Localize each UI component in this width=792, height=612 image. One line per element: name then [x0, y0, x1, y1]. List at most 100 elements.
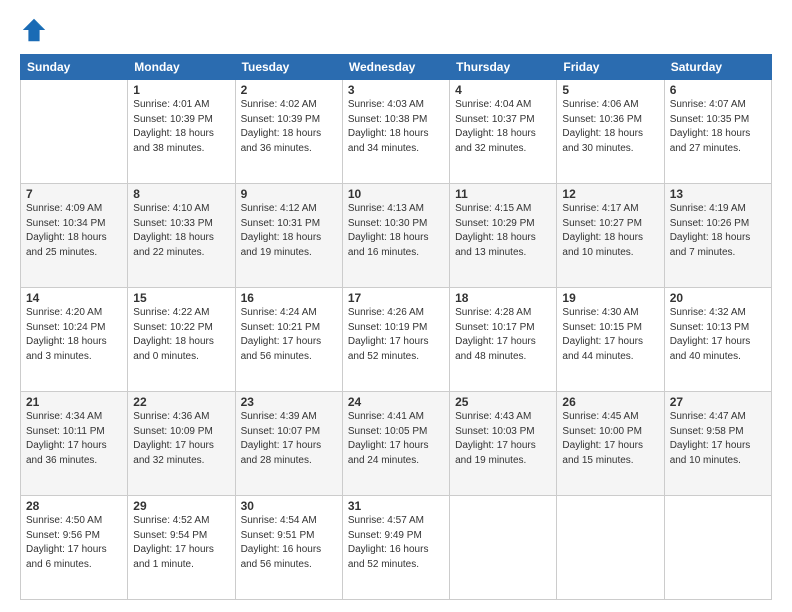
- weekday-header-tuesday: Tuesday: [235, 55, 342, 80]
- calendar-cell: 23Sunrise: 4:39 AMSunset: 10:07 PMDaylig…: [235, 392, 342, 496]
- day-info: Sunrise: 4:20 AMSunset: 10:24 PMDaylight…: [26, 306, 122, 364]
- calendar-cell: 25Sunrise: 4:43 AMSunset: 10:03 PMDaylig…: [450, 392, 557, 496]
- day-number: 1: [133, 83, 229, 97]
- day-info: Sunrise: 4:15 AMSunset: 10:29 PMDaylight…: [455, 202, 551, 260]
- day-number: 28: [26, 499, 122, 513]
- day-info: Sunrise: 4:52 AMSunset: 9:54 PMDaylight:…: [133, 514, 229, 572]
- calendar-cell: 15Sunrise: 4:22 AMSunset: 10:22 PMDaylig…: [128, 288, 235, 392]
- day-number: 5: [562, 83, 658, 97]
- calendar-week-3: 21Sunrise: 4:34 AMSunset: 10:11 PMDaylig…: [21, 392, 772, 496]
- calendar-cell: 22Sunrise: 4:36 AMSunset: 10:09 PMDaylig…: [128, 392, 235, 496]
- weekday-header-saturday: Saturday: [664, 55, 771, 80]
- calendar-cell: 5Sunrise: 4:06 AMSunset: 10:36 PMDayligh…: [557, 80, 664, 184]
- day-number: 19: [562, 291, 658, 305]
- calendar-cell: 17Sunrise: 4:26 AMSunset: 10:19 PMDaylig…: [342, 288, 449, 392]
- calendar-cell: [664, 496, 771, 600]
- weekday-header-thursday: Thursday: [450, 55, 557, 80]
- day-info: Sunrise: 4:09 AMSunset: 10:34 PMDaylight…: [26, 202, 122, 260]
- day-info: Sunrise: 4:28 AMSunset: 10:17 PMDaylight…: [455, 306, 551, 364]
- calendar-week-2: 14Sunrise: 4:20 AMSunset: 10:24 PMDaylig…: [21, 288, 772, 392]
- day-number: 8: [133, 187, 229, 201]
- day-info: Sunrise: 4:43 AMSunset: 10:03 PMDaylight…: [455, 410, 551, 468]
- calendar-cell: 27Sunrise: 4:47 AMSunset: 9:58 PMDayligh…: [664, 392, 771, 496]
- day-number: 4: [455, 83, 551, 97]
- day-number: 25: [455, 395, 551, 409]
- calendar-cell: 8Sunrise: 4:10 AMSunset: 10:33 PMDayligh…: [128, 184, 235, 288]
- page: SundayMondayTuesdayWednesdayThursdayFrid…: [0, 0, 792, 612]
- calendar-cell: 26Sunrise: 4:45 AMSunset: 10:00 PMDaylig…: [557, 392, 664, 496]
- day-info: Sunrise: 4:30 AMSunset: 10:15 PMDaylight…: [562, 306, 658, 364]
- calendar-cell: 6Sunrise: 4:07 AMSunset: 10:35 PMDayligh…: [664, 80, 771, 184]
- day-number: 24: [348, 395, 444, 409]
- calendar-week-1: 7Sunrise: 4:09 AMSunset: 10:34 PMDayligh…: [21, 184, 772, 288]
- day-number: 7: [26, 187, 122, 201]
- calendar-table: SundayMondayTuesdayWednesdayThursdayFrid…: [20, 54, 772, 600]
- calendar-cell: 29Sunrise: 4:52 AMSunset: 9:54 PMDayligh…: [128, 496, 235, 600]
- day-number: 15: [133, 291, 229, 305]
- calendar-cell: 14Sunrise: 4:20 AMSunset: 10:24 PMDaylig…: [21, 288, 128, 392]
- calendar-week-0: 1Sunrise: 4:01 AMSunset: 10:39 PMDayligh…: [21, 80, 772, 184]
- day-number: 10: [348, 187, 444, 201]
- day-info: Sunrise: 4:32 AMSunset: 10:13 PMDaylight…: [670, 306, 766, 364]
- logo-icon: [20, 16, 48, 44]
- calendar-cell: [557, 496, 664, 600]
- day-number: 26: [562, 395, 658, 409]
- day-number: 3: [348, 83, 444, 97]
- day-info: Sunrise: 4:41 AMSunset: 10:05 PMDaylight…: [348, 410, 444, 468]
- day-info: Sunrise: 4:01 AMSunset: 10:39 PMDaylight…: [133, 98, 229, 156]
- day-info: Sunrise: 4:47 AMSunset: 9:58 PMDaylight:…: [670, 410, 766, 468]
- day-number: 17: [348, 291, 444, 305]
- calendar-cell: 18Sunrise: 4:28 AMSunset: 10:17 PMDaylig…: [450, 288, 557, 392]
- day-info: Sunrise: 4:06 AMSunset: 10:36 PMDaylight…: [562, 98, 658, 156]
- calendar-cell: 9Sunrise: 4:12 AMSunset: 10:31 PMDayligh…: [235, 184, 342, 288]
- day-info: Sunrise: 4:57 AMSunset: 9:49 PMDaylight:…: [348, 514, 444, 572]
- day-info: Sunrise: 4:10 AMSunset: 10:33 PMDaylight…: [133, 202, 229, 260]
- calendar-cell: 2Sunrise: 4:02 AMSunset: 10:39 PMDayligh…: [235, 80, 342, 184]
- calendar-week-4: 28Sunrise: 4:50 AMSunset: 9:56 PMDayligh…: [21, 496, 772, 600]
- day-info: Sunrise: 4:54 AMSunset: 9:51 PMDaylight:…: [241, 514, 337, 572]
- calendar-cell: 19Sunrise: 4:30 AMSunset: 10:15 PMDaylig…: [557, 288, 664, 392]
- calendar-cell: 3Sunrise: 4:03 AMSunset: 10:38 PMDayligh…: [342, 80, 449, 184]
- day-number: 30: [241, 499, 337, 513]
- day-number: 2: [241, 83, 337, 97]
- calendar-cell: 4Sunrise: 4:04 AMSunset: 10:37 PMDayligh…: [450, 80, 557, 184]
- day-number: 22: [133, 395, 229, 409]
- day-number: 18: [455, 291, 551, 305]
- day-number: 29: [133, 499, 229, 513]
- calendar-cell: 30Sunrise: 4:54 AMSunset: 9:51 PMDayligh…: [235, 496, 342, 600]
- day-info: Sunrise: 4:17 AMSunset: 10:27 PMDaylight…: [562, 202, 658, 260]
- day-info: Sunrise: 4:19 AMSunset: 10:26 PMDaylight…: [670, 202, 766, 260]
- day-info: Sunrise: 4:07 AMSunset: 10:35 PMDaylight…: [670, 98, 766, 156]
- day-number: 9: [241, 187, 337, 201]
- header: [20, 16, 772, 44]
- day-info: Sunrise: 4:26 AMSunset: 10:19 PMDaylight…: [348, 306, 444, 364]
- calendar-cell: 10Sunrise: 4:13 AMSunset: 10:30 PMDaylig…: [342, 184, 449, 288]
- day-info: Sunrise: 4:12 AMSunset: 10:31 PMDaylight…: [241, 202, 337, 260]
- day-number: 11: [455, 187, 551, 201]
- calendar-cell: 16Sunrise: 4:24 AMSunset: 10:21 PMDaylig…: [235, 288, 342, 392]
- day-number: 21: [26, 395, 122, 409]
- calendar-cell: [450, 496, 557, 600]
- day-info: Sunrise: 4:36 AMSunset: 10:09 PMDaylight…: [133, 410, 229, 468]
- weekday-header-friday: Friday: [557, 55, 664, 80]
- day-number: 6: [670, 83, 766, 97]
- calendar-cell: 1Sunrise: 4:01 AMSunset: 10:39 PMDayligh…: [128, 80, 235, 184]
- day-number: 13: [670, 187, 766, 201]
- day-number: 16: [241, 291, 337, 305]
- weekday-header-wednesday: Wednesday: [342, 55, 449, 80]
- day-number: 23: [241, 395, 337, 409]
- weekday-header-sunday: Sunday: [21, 55, 128, 80]
- calendar-cell: 28Sunrise: 4:50 AMSunset: 9:56 PMDayligh…: [21, 496, 128, 600]
- day-info: Sunrise: 4:03 AMSunset: 10:38 PMDaylight…: [348, 98, 444, 156]
- day-info: Sunrise: 4:39 AMSunset: 10:07 PMDaylight…: [241, 410, 337, 468]
- day-info: Sunrise: 4:13 AMSunset: 10:30 PMDaylight…: [348, 202, 444, 260]
- calendar-cell: 21Sunrise: 4:34 AMSunset: 10:11 PMDaylig…: [21, 392, 128, 496]
- day-number: 20: [670, 291, 766, 305]
- weekday-header-monday: Monday: [128, 55, 235, 80]
- day-info: Sunrise: 4:22 AMSunset: 10:22 PMDaylight…: [133, 306, 229, 364]
- calendar-cell: 11Sunrise: 4:15 AMSunset: 10:29 PMDaylig…: [450, 184, 557, 288]
- day-number: 14: [26, 291, 122, 305]
- day-info: Sunrise: 4:24 AMSunset: 10:21 PMDaylight…: [241, 306, 337, 364]
- day-info: Sunrise: 4:04 AMSunset: 10:37 PMDaylight…: [455, 98, 551, 156]
- calendar-cell: 13Sunrise: 4:19 AMSunset: 10:26 PMDaylig…: [664, 184, 771, 288]
